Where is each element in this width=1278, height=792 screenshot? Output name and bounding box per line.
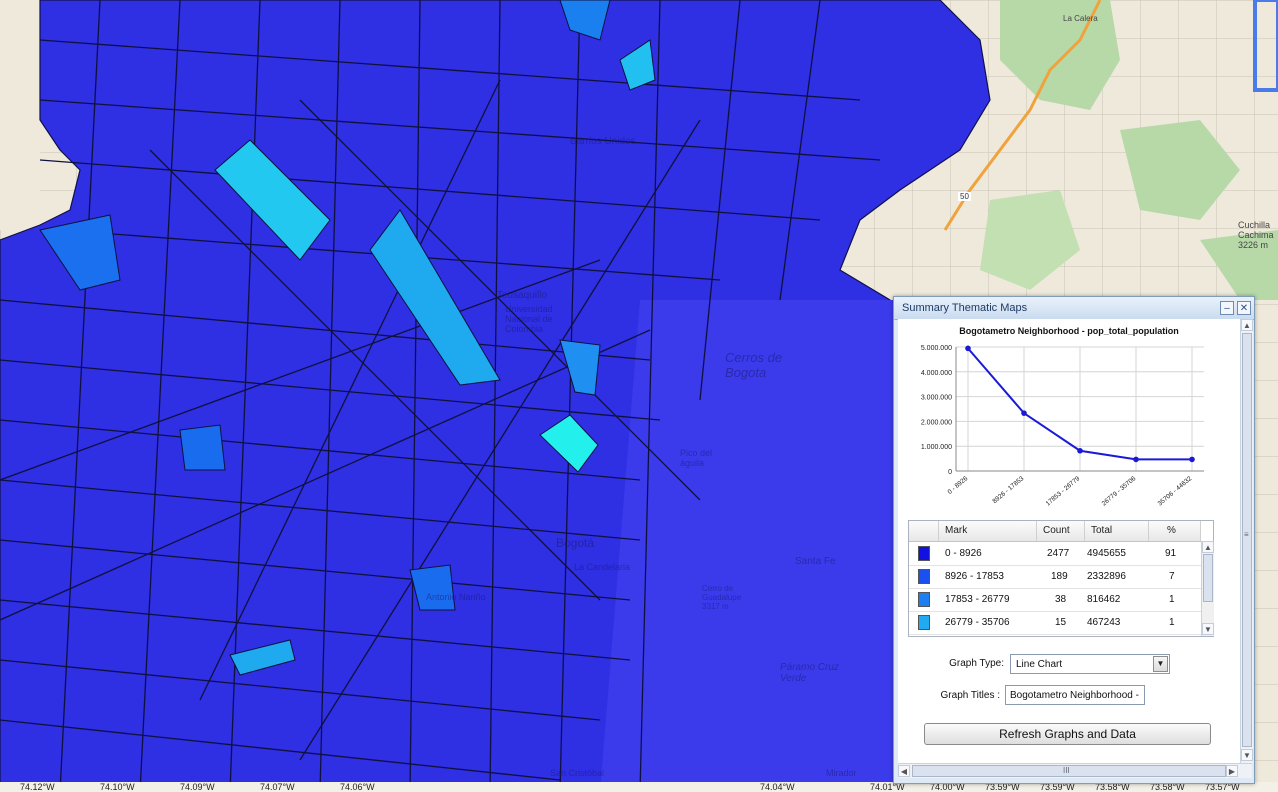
chart-title: Bogotametro Neighborhood - pop_total_pop… (959, 326, 1179, 336)
cell-pct: 91 (1165, 548, 1177, 559)
table-row[interactable]: 26779 - 35706 15 467243 1 (909, 611, 1201, 635)
scroll-grip: III (1063, 766, 1070, 775)
chevron-down-icon[interactable]: ▼ (1153, 656, 1168, 672)
cell-pct: 1 (1169, 594, 1175, 605)
map-label-bogota: Bogotá (556, 536, 595, 550)
x-tick-label: 8926 - 17853 (991, 475, 1025, 505)
cell-pct: 1 (1169, 617, 1175, 628)
x-tick-label: 26779 - 35706 (1101, 475, 1138, 508)
cell-total: 4945655 (1087, 548, 1126, 559)
cell-count: 15 (1055, 617, 1067, 628)
refresh-graphs-button[interactable]: Refresh Graphs and Data (924, 723, 1211, 745)
map-label-antonio-narino: Antonio Nariño (426, 592, 486, 602)
map-label-barrios-unidos: Barrios Unidos (570, 136, 636, 147)
class-color-swatch (918, 569, 930, 584)
graph-titles-label: Graph Titles : (940, 690, 1000, 701)
table-row[interactable]: 0 - 8926 2477 4945655 91 (909, 542, 1201, 566)
scroll-up-icon[interactable]: ▲ (1241, 319, 1253, 331)
table-row[interactable]: 17853 - 26779 38 816462 1 (909, 588, 1201, 612)
class-color-swatch (918, 592, 930, 607)
map-label-candelaria: La Candelaria (574, 562, 631, 572)
cell-total: 467243 (1087, 617, 1121, 628)
panel-horizontal-scrollbar[interactable]: ◀ III ▶ (898, 763, 1252, 778)
table-row[interactable]: 8926 - 17853 189 2332896 7 (909, 565, 1201, 589)
basemap-left (0, 0, 40, 230)
coord-label: 74.07°W (260, 782, 295, 792)
cell-mark: 17853 - 26779 (945, 594, 1010, 605)
scroll-thumb[interactable]: III (912, 765, 1226, 777)
class-summary-table[interactable]: Mark Count Total % 0 - 8926 2477 4945655… (908, 520, 1214, 637)
table-header: Mark Count Total % (909, 521, 1201, 542)
data-point (965, 345, 971, 352)
map-label-santa-fe: Santa Fe (795, 556, 836, 567)
class-color-swatch (918, 546, 930, 561)
scroll-left-icon[interactable]: ◀ (898, 765, 910, 777)
coord-label: 74.12°W (20, 782, 55, 792)
scroll-down-icon[interactable]: ▼ (1202, 623, 1214, 635)
scroll-down-icon[interactable]: ▼ (1241, 749, 1253, 761)
graph-titles-input[interactable] (1005, 685, 1145, 705)
cell-pct: 7 (1169, 571, 1175, 582)
data-point (1133, 456, 1139, 463)
data-point (1189, 456, 1195, 463)
map-label-la-calera: La Calera (1063, 14, 1098, 23)
coord-label: 74.04°W (760, 782, 795, 792)
header-mark[interactable]: Mark (939, 521, 1037, 541)
minimize-icon[interactable]: – (1220, 301, 1234, 315)
map-label-universidad: Universidad Nacional de Colombia (505, 304, 553, 334)
cell-mark: 0 - 8926 (945, 548, 982, 559)
map-label-cerros: Cerros de Bogota (725, 350, 783, 380)
cell-count: 38 (1055, 594, 1067, 605)
line-chart: 0 1.000.000 2.000.000 3.000.000 4.000.000 5.0… (921, 345, 1204, 508)
close-icon[interactable]: ✕ (1237, 301, 1251, 315)
cell-mark: 8926 - 17853 (945, 571, 1004, 582)
cell-total: 816462 (1087, 594, 1121, 605)
panel-title: Summary Thematic Maps (902, 302, 1028, 314)
scroll-up-icon[interactable]: ▲ (1202, 541, 1214, 553)
data-point (1021, 410, 1027, 416)
coord-label: 74.10°W (100, 782, 135, 792)
map-label-paramo: Páramo Cruz Verde (780, 662, 839, 684)
scroll-thumb[interactable]: ≡ (1242, 333, 1252, 747)
scroll-right-icon[interactable]: ▶ (1226, 765, 1238, 777)
cell-count: 2477 (1047, 548, 1070, 559)
x-tick-label: 35706 - 44632 (1157, 475, 1194, 508)
coord-label: 74.06°W (340, 782, 375, 792)
map-label-mirador: Mirador (826, 768, 857, 778)
road-shield-50: 50 (958, 192, 971, 201)
header-total[interactable]: Total (1085, 521, 1149, 541)
class-color-swatch (918, 615, 930, 630)
header-count[interactable]: Count (1037, 521, 1085, 541)
graph-type-select[interactable]: Line Chart ▼ (1010, 654, 1170, 674)
data-point (1077, 447, 1083, 454)
map-label-teusaquillo: Teusaquillo (497, 290, 548, 301)
map-label-guadalupe: Cerro de Guadalupe 3317 m (702, 584, 742, 611)
x-tick-label: 17853 - 26779 (1045, 475, 1082, 508)
header-pct[interactable]: % (1149, 521, 1201, 541)
map-label-san-cristobal: San Cristóbal (550, 768, 605, 778)
panel-vertical-scrollbar[interactable]: ▲ ≡ ▼ (1240, 319, 1253, 763)
map-label-pico: Pico del águila (680, 448, 713, 468)
graph-type-label: Graph Type: (949, 658, 1004, 669)
graph-type-value: Line Chart (1016, 659, 1063, 670)
panel-title-bar[interactable]: Summary Thematic Maps – ✕ (894, 297, 1254, 320)
y-tick-label: 3.000.000 (921, 395, 952, 402)
header-swatch (909, 521, 939, 541)
y-tick-label: 4.000.000 (921, 370, 952, 377)
table-scrollbar[interactable]: ▲ ▼ (1201, 541, 1214, 636)
cell-count: 189 (1051, 571, 1068, 582)
x-tick-label: 0 - 8926 (947, 475, 970, 496)
y-tick-label: 5.000.000 (921, 345, 952, 352)
class-polygon (179, 424, 226, 471)
cell-total: 2332896 (1087, 571, 1126, 582)
map-label-cuchilla: Cuchilla Cachima 3226 m (1238, 220, 1274, 250)
y-tick-label: 0 (948, 469, 952, 476)
scroll-grip: ≡ (1244, 530, 1249, 539)
y-tick-label: 1.000.000 (921, 444, 952, 451)
y-tick-label: 2.000.000 (921, 419, 952, 426)
coord-label: 74.09°W (180, 782, 215, 792)
scroll-thumb[interactable] (1203, 554, 1213, 602)
cell-mark: 26779 - 35706 (945, 617, 1010, 628)
